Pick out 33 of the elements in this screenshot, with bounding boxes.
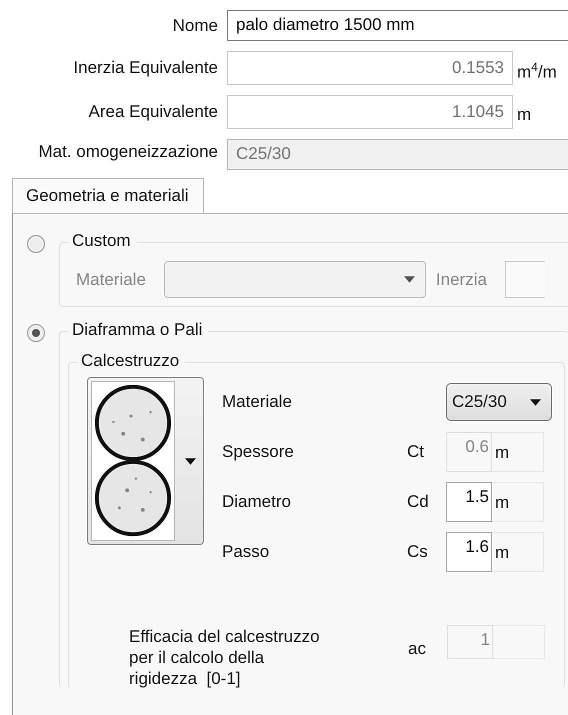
tab[interactable]: Geometria e materiali — [12, 178, 204, 213]
unit-label: m — [492, 482, 544, 522]
field-label: Materiale — [222, 392, 293, 412]
caret-icon — [404, 276, 415, 283]
field-label: Area Equivalente — [88, 102, 218, 122]
field-label: Nome — [172, 16, 218, 36]
field-label: Efficacia del calcestruzzo per il calcolo della rigidezza [0-1] — [129, 626, 321, 689]
symbol-label: ac — [408, 638, 427, 659]
field-label: Diametro — [222, 492, 292, 512]
radio-button[interactable] — [27, 324, 45, 342]
field-label: Mat. omogeneizzazione — [37, 141, 218, 162]
unit-label: m — [492, 432, 544, 472]
input-field[interactable]: palo diametro 1500 mm — [227, 10, 568, 41]
unit-label: m — [492, 532, 544, 572]
input-field[interactable]: 1.5 — [446, 482, 492, 522]
section-type-dropdown[interactable] — [87, 377, 204, 545]
field-label: Inerzia — [436, 270, 487, 290]
input-field[interactable]: 1.1045 — [227, 95, 513, 129]
field-label: Passo — [222, 542, 270, 562]
symbol-label: Ct — [407, 442, 425, 462]
unit-label: m — [516, 104, 532, 125]
field-label: Inerzia Equivalente — [72, 58, 218, 78]
material-dropdown[interactable]: C25/30 — [446, 383, 552, 421]
input-field[interactable]: 1.6 — [446, 532, 492, 572]
field-label: Materiale — [76, 270, 146, 290]
input-field[interactable]: 0.1553 — [227, 51, 513, 85]
caret-icon — [185, 458, 196, 464]
field-label: Spessore — [222, 442, 295, 462]
unit-box — [493, 625, 545, 659]
symbol-label: Cs — [407, 542, 429, 562]
unit-label: m$^{4}$/m — [516, 58, 557, 82]
symbol-label: Cd — [407, 492, 430, 512]
caret-icon — [530, 398, 541, 406]
